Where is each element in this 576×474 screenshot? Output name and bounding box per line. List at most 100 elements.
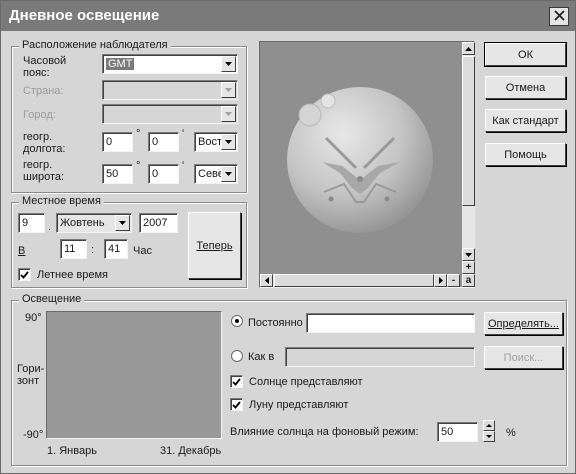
cancel-button[interactable]: Отмена xyxy=(485,76,566,99)
latitude-label-line1: геогр. xyxy=(23,159,53,171)
as-in-input[interactable] xyxy=(285,347,475,367)
date-dot: . xyxy=(48,221,52,233)
search-button[interactable]: Поиск... xyxy=(484,346,563,369)
timezone-label-line2: пояс: xyxy=(23,67,50,79)
close-icon xyxy=(553,9,565,24)
preview-vertical-scrollbar[interactable]: + xyxy=(462,42,475,274)
as-in-label: Как в xyxy=(248,351,275,363)
latitude-dropdown-arrow[interactable] xyxy=(221,166,236,182)
title-bar: Дневное освещение xyxy=(1,1,575,31)
timezone-dropdown-arrow[interactable] xyxy=(221,56,236,72)
scroll-right-button[interactable] xyxy=(434,274,447,287)
arrow-up-icon xyxy=(486,424,492,427)
country-dropdown-arrow[interactable] xyxy=(221,82,236,98)
graph-x-start-label: 1. Январь xyxy=(47,445,97,457)
city-label: Город: xyxy=(23,109,56,121)
chevron-down-icon xyxy=(225,140,232,144)
vertical-scroll-thumb[interactable] xyxy=(462,56,475,206)
influence-label: Влияние солнца на фоновый режим: xyxy=(230,426,419,438)
graph-y-top-label: 90° xyxy=(25,312,42,324)
scroll-down-button[interactable] xyxy=(462,248,475,261)
check-icon xyxy=(20,270,29,279)
latitude-minutes-input[interactable]: 0 xyxy=(148,164,179,184)
dst-label: Летнее время xyxy=(37,269,108,281)
longitude-direction-select[interactable]: Вост xyxy=(194,132,238,152)
constant-radio[interactable] xyxy=(231,315,243,327)
city-dropdown-arrow[interactable] xyxy=(221,106,236,122)
graph-x-end-label: 31. Декабрь xyxy=(160,445,222,457)
zoom-out-button[interactable]: - xyxy=(447,274,460,287)
longitude-minutes-input[interactable]: 0 xyxy=(148,132,179,152)
country-label: Страна: xyxy=(23,85,64,97)
planet-illustration xyxy=(287,87,433,233)
scroll-left-button[interactable] xyxy=(260,274,273,287)
moon-checkbox[interactable] xyxy=(230,398,243,411)
help-button[interactable]: Помощь xyxy=(485,143,566,166)
percent-label: % xyxy=(506,427,516,439)
sun-checkbox[interactable] xyxy=(230,375,243,388)
hour-unit-label: Час xyxy=(133,245,152,257)
sky-preview[interactable] xyxy=(259,41,475,288)
city-select[interactable] xyxy=(102,104,238,124)
sun-elevation-graph xyxy=(46,311,222,439)
month-select[interactable]: Жовтень xyxy=(56,213,132,233)
year-input[interactable]: 2007 xyxy=(139,213,178,233)
longitude-label-line2: долгота: xyxy=(23,143,66,155)
check-icon xyxy=(232,377,241,386)
arrow-left-icon xyxy=(264,277,269,284)
chevron-down-icon xyxy=(225,62,232,66)
timezone-label-line1: Часовой xyxy=(23,55,67,67)
set-as-default-button[interactable]: Как стандарт xyxy=(485,109,566,132)
spinner-up-button[interactable] xyxy=(483,420,495,431)
influence-input[interactable]: 50 xyxy=(437,422,478,442)
hour-input[interactable]: 11 xyxy=(60,239,87,259)
day-input[interactable]: 9 xyxy=(18,213,45,233)
moon-label: Луну представляют xyxy=(249,399,349,411)
dst-checkbox[interactable] xyxy=(18,268,31,281)
horizon-label-line2: зонт xyxy=(17,375,40,387)
daylight-dialog: Дневное освещение Расположение наблюдате… xyxy=(0,0,576,474)
longitude-label-line1: геогр. xyxy=(23,131,53,143)
time-at-label: В xyxy=(18,245,26,257)
sun-label: Солнце представляют xyxy=(249,376,363,388)
time-colon: : xyxy=(91,244,95,256)
arrow-right-icon xyxy=(438,277,443,284)
influence-spinner[interactable] xyxy=(483,420,495,442)
horizontal-scroll-thumb[interactable] xyxy=(274,274,434,287)
now-button[interactable]: Теперь xyxy=(188,212,241,279)
local-time-legend: Местное время xyxy=(19,195,104,207)
longitude-degree-sign: ° xyxy=(136,128,141,140)
constant-label: Постоянно xyxy=(248,317,303,329)
country-select[interactable] xyxy=(102,80,238,100)
longitude-dropdown-arrow[interactable] xyxy=(221,134,236,150)
check-icon xyxy=(232,400,241,409)
longitude-degrees-input[interactable]: 0 xyxy=(102,132,133,152)
lighting-legend: Освещение xyxy=(19,293,85,305)
longitude-minute-sign: ' xyxy=(182,128,185,140)
horizon-label-line1: Гори- xyxy=(17,363,45,375)
determine-button[interactable]: Определять... xyxy=(484,312,563,335)
latitude-degrees-input[interactable]: 50 xyxy=(102,164,133,184)
window-title: Дневное освещение xyxy=(9,7,160,24)
preview-horizontal-scrollbar[interactable]: - xyxy=(260,274,460,287)
arrow-down-icon xyxy=(465,252,472,257)
latitude-label-line2: широта: xyxy=(23,171,65,183)
chevron-down-icon xyxy=(225,112,232,116)
scroll-up-button[interactable] xyxy=(462,42,475,55)
as-in-radio[interactable] xyxy=(231,350,243,362)
latitude-direction-select[interactable]: Севе xyxy=(194,164,238,184)
arrow-up-icon xyxy=(465,46,472,51)
constant-input[interactable] xyxy=(306,313,475,333)
close-button[interactable] xyxy=(549,7,569,26)
month-dropdown-arrow[interactable] xyxy=(115,215,130,231)
timezone-select[interactable]: GMT xyxy=(102,54,238,74)
spinner-down-button[interactable] xyxy=(483,431,495,442)
graph-y-bottom-label: -90° xyxy=(23,429,44,441)
ok-button[interactable]: ОК xyxy=(484,42,567,67)
auto-zoom-button[interactable]: a xyxy=(462,274,475,287)
zoom-in-button[interactable]: + xyxy=(462,261,475,274)
chevron-down-icon xyxy=(119,221,126,225)
observer-location-legend: Расположение наблюдателя xyxy=(19,39,171,51)
latitude-degree-sign: ° xyxy=(136,160,141,172)
minute-input[interactable]: 41 xyxy=(104,239,128,259)
